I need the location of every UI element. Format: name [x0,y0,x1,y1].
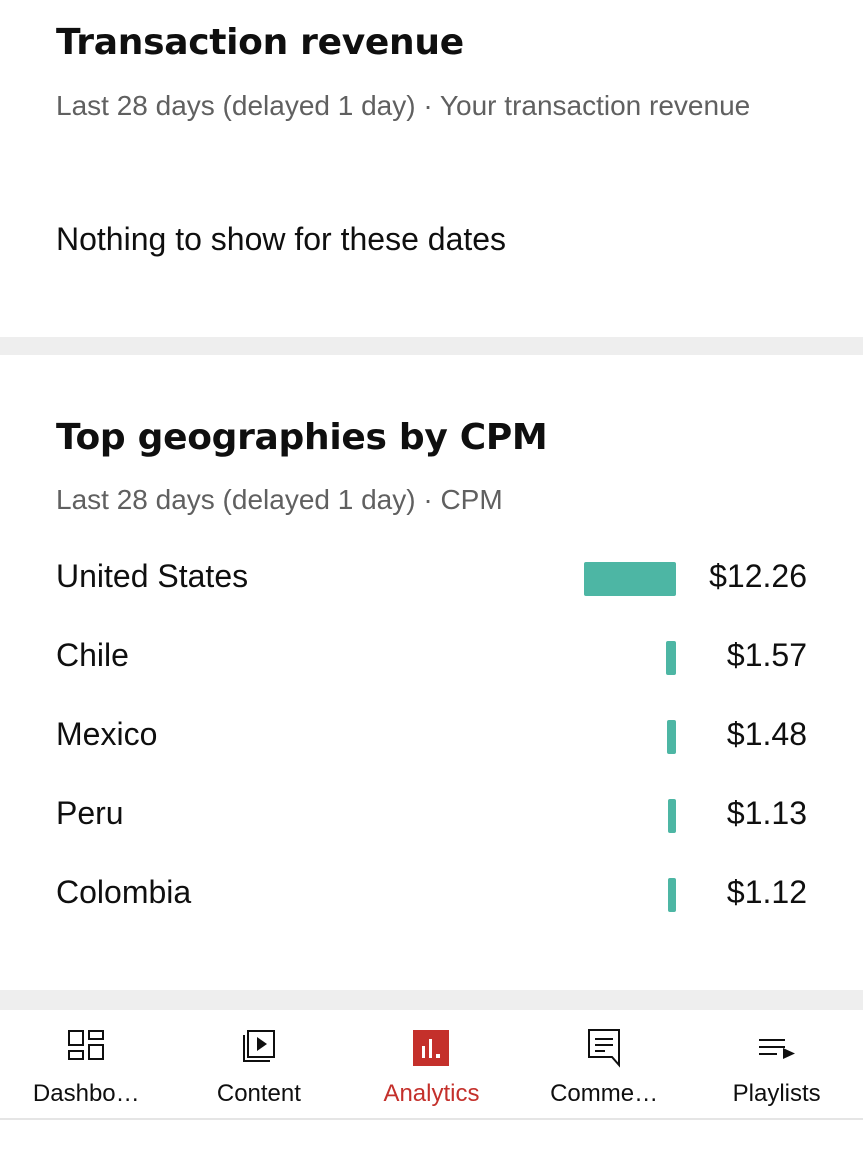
geography-row: Peru $1.13 [0,775,863,854]
section-divider [0,990,863,1010]
transaction-revenue-title: Transaction revenue [56,22,464,63]
top-geographies-card[interactable]: Top geographies by CPM Last 28 days (del… [0,355,863,990]
nav-label: Playlists [732,1080,821,1107]
geography-country: United States [56,558,249,594]
geography-list: United States $12.26 Chile $1.57 Mexico … [0,538,863,933]
transaction-revenue-subtitle: Last 28 days (delayed 1 day) · Your tran… [56,90,751,121]
nav-label: Dashbo… [32,1080,140,1107]
section-divider [0,337,863,355]
nav-item-playlists[interactable]: Playlists [690,1010,863,1118]
cpm-bar [584,562,676,596]
bottom-navigation: Dashbo… Content Analytics Comme… Playlis… [0,1010,863,1120]
nav-label: Content [216,1080,301,1107]
geography-row: Colombia $1.12 [0,854,863,933]
geography-cpm-value: $1.13 [726,795,807,831]
cpm-bar [668,799,676,833]
nav-item-dashboard[interactable]: Dashbo… [0,1010,173,1118]
geography-cpm-value: $12.26 [709,558,807,594]
nav-item-content[interactable]: Content [173,1010,346,1118]
geography-cpm-value: $1.57 [726,637,807,673]
nav-label: Comme… [550,1080,659,1107]
top-geographies-title: Top geographies by CPM [56,417,548,458]
nav-label: Analytics [383,1080,480,1107]
nav-item-comments[interactable]: Comme… [518,1010,691,1118]
playlists-icon [758,1039,795,1059]
geography-cpm-value: $1.48 [726,716,807,752]
content-icon [242,1030,275,1062]
geography-country: Chile [56,637,129,673]
geography-row: Chile $1.57 [0,617,863,696]
analytics-icon [413,1030,450,1066]
geography-cpm-value: $1.12 [726,874,807,910]
geography-row: Mexico $1.48 [0,696,863,775]
cpm-bar [668,878,676,912]
top-geographies-subtitle: Last 28 days (delayed 1 day) · CPM [56,484,503,515]
empty-state-message: Nothing to show for these dates [56,221,507,257]
transaction-revenue-card: Transaction revenue Last 28 days (delaye… [0,0,863,337]
comments-icon [588,1029,621,1068]
geography-country: Mexico [56,716,158,752]
dashboard-icon [68,1030,105,1060]
geography-row: United States $12.26 [0,538,863,617]
geography-country: Colombia [56,874,192,910]
cpm-bar [666,641,676,675]
geography-country: Peru [56,795,124,831]
nav-item-analytics[interactable]: Analytics [345,1010,518,1118]
cpm-bar [667,720,676,754]
